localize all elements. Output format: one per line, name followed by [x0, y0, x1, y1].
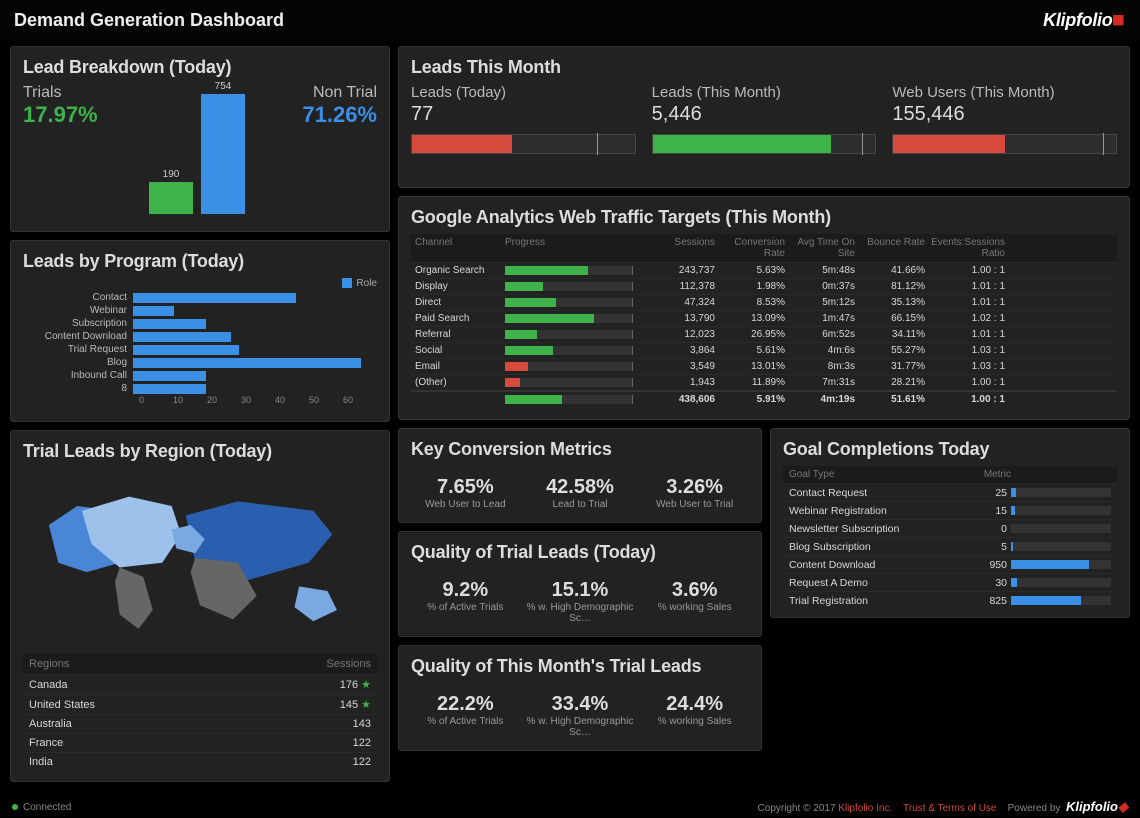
panel-title: Quality of This Month's Trial Leads — [411, 656, 749, 677]
nontrial-label: Non Trial — [277, 84, 377, 102]
panel-title: Lead Breakdown (Today) — [23, 57, 377, 78]
goal-row: Contact Request25 — [783, 483, 1117, 501]
star-icon: ★ — [361, 699, 371, 711]
ga-row: Referral 12,02326.95%6m:52s34.11%1.01 : … — [411, 326, 1117, 342]
lbp-row: Subscription — [23, 317, 377, 330]
region-row[interactable]: United States145★ — [23, 694, 377, 714]
panel-leads-by-program: Leads by Program (Today) Role ContactWeb… — [10, 240, 390, 422]
metric-item: 9.2%% of Active Trials — [411, 579, 520, 624]
panel-leads-this-month: Leads This Month Leads (Today)77 Leads (… — [398, 46, 1130, 188]
footer-bar: Connected Copyright © 2017 Klipfolio Inc… — [0, 796, 1140, 818]
goal-row: Webinar Registration15 — [783, 501, 1117, 519]
nontrial-bar — [201, 94, 245, 214]
connection-status: Connected — [12, 802, 71, 813]
footer-logo: Klipfolio◆ — [1066, 799, 1128, 814]
ga-row: Organic Search 243,7375.63%5m:48s41.66%1… — [411, 262, 1117, 278]
ga-total-row: 438,6065.91%4m:19s51.61%1.00 : 1 — [411, 390, 1117, 407]
region-row[interactable]: Australia143 — [23, 714, 377, 733]
panel-trial-region: Trial Leads by Region (Today) Regions — [10, 430, 390, 782]
metric-item: 33.4%% w. High Demographic Sc… — [526, 693, 635, 738]
connected-icon — [12, 804, 18, 810]
goal-row: Content Download950 — [783, 555, 1117, 573]
ga-header: ChannelProgressSessions Conversion RateA… — [411, 234, 1117, 262]
region-head: Regions — [29, 658, 69, 670]
progress-bar — [411, 134, 636, 154]
ltm-item: Web Users (This Month)155,446 — [892, 84, 1117, 154]
region-row[interactable]: France122 — [23, 733, 377, 752]
panel-title: Leads by Program (Today) — [23, 251, 377, 272]
ltm-item: Leads (Today)77 — [411, 84, 636, 154]
ga-row: Email 3,54913.01%8m:3s31.77%1.03 : 1 — [411, 358, 1117, 374]
goals-header: Goal TypeMetric — [783, 466, 1117, 483]
panel-quality-today: Quality of Trial Leads (Today) 9.2%% of … — [398, 531, 762, 637]
panel-key-metrics: Key Conversion Metrics 7.65%Web User to … — [398, 428, 762, 523]
company-link[interactable]: Klipfolio Inc. — [838, 803, 892, 814]
panel-title: Trial Leads by Region (Today) — [23, 441, 377, 462]
dashboard-title: Demand Generation Dashboard — [14, 10, 284, 31]
ga-row: Paid Search 13,79013.09%1m:47s66.15%1.02… — [411, 310, 1117, 326]
metric-item: 24.4%% working Sales — [640, 693, 749, 738]
metric-item: 42.58%Lead to Trial — [526, 476, 635, 510]
ltm-item: Leads (This Month)5,446 — [652, 84, 877, 154]
lbp-row: Trial Request — [23, 343, 377, 356]
progress-bar — [652, 134, 877, 154]
metric-item: 22.2%% of Active Trials — [411, 693, 520, 738]
region-row[interactable]: Canada176★ — [23, 674, 377, 694]
metric-item: 3.6%% working Sales — [640, 579, 749, 624]
goal-row: Request A Demo30 — [783, 573, 1117, 591]
trials-label: Trials — [23, 84, 123, 102]
lbp-legend: Role — [23, 278, 377, 289]
region-row[interactable]: India122 — [23, 752, 377, 771]
ga-row: Display 112,3781.98%0m:37s81.12%1.01 : 1 — [411, 278, 1117, 294]
panel-ga-targets: Google Analytics Web Traffic Targets (Th… — [398, 196, 1130, 420]
world-map — [23, 468, 377, 648]
panel-lead-breakdown: Lead Breakdown (Today) Trials 17.97% 190… — [10, 46, 390, 232]
ga-row: (Other) 1,94311.89%7m:31s28.21%1.00 : 1 — [411, 374, 1117, 390]
trials-pct: 17.97% — [23, 102, 123, 128]
sessions-head: Sessions — [326, 658, 371, 670]
lbp-row: Inbound Call — [23, 369, 377, 382]
star-icon: ★ — [361, 679, 371, 691]
goal-row: Trial Registration825 — [783, 591, 1117, 609]
lbp-row: Content Download — [23, 330, 377, 343]
lbp-row: Contact — [23, 291, 377, 304]
nontrial-pct: 71.26% — [277, 102, 377, 128]
ga-row: Social 3,8645.61%4m:6s55.27%1.03 : 1 — [411, 342, 1117, 358]
panel-quality-month: Quality of This Month's Trial Leads 22.2… — [398, 645, 762, 751]
trial-bar — [149, 182, 193, 214]
goal-row: Newsletter Subscription0 — [783, 519, 1117, 537]
panel-title: Key Conversion Metrics — [411, 439, 749, 460]
panel-title: Goal Completions Today — [783, 439, 1117, 460]
lbp-row: 8 — [23, 382, 377, 395]
metric-item: 15.1%% w. High Demographic Sc… — [526, 579, 635, 624]
goal-row: Blog Subscription5 — [783, 537, 1117, 555]
terms-link[interactable]: Trust & Terms of Use — [903, 803, 996, 814]
lead-breakdown-chart: 190 754 — [145, 84, 255, 214]
region-table: Regions Sessions Canada176★United States… — [23, 654, 377, 771]
panel-title: Google Analytics Web Traffic Targets (Th… — [411, 207, 1117, 228]
panel-title: Quality of Trial Leads (Today) — [411, 542, 749, 563]
ga-row: Direct 47,3248.53%5m:12s35.13%1.01 : 1 — [411, 294, 1117, 310]
metric-item: 3.26%Web User to Trial — [640, 476, 749, 510]
lbp-row: Blog — [23, 356, 377, 369]
brand-logo: Klipfolio◆ — [1043, 10, 1126, 31]
progress-bar — [892, 134, 1117, 154]
metric-item: 7.65%Web User to Lead — [411, 476, 520, 510]
panel-title: Leads This Month — [411, 57, 1117, 78]
lbp-row: Webinar — [23, 304, 377, 317]
panel-goal-completions: Goal Completions Today Goal TypeMetric C… — [770, 428, 1130, 618]
top-bar: Demand Generation Dashboard Klipfolio◆ — [0, 0, 1140, 40]
